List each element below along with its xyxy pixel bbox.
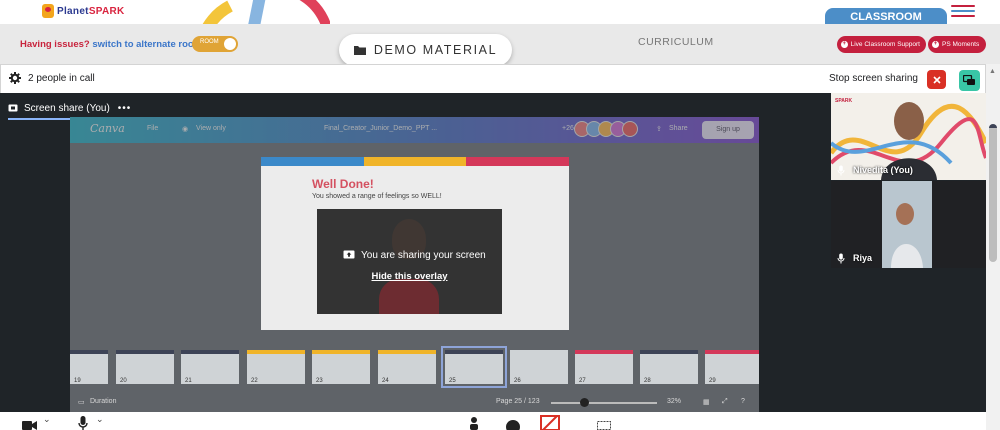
share-icon: ⇪ xyxy=(656,126,662,133)
stop-screen-sharing-label: Stop screen sharing xyxy=(829,73,918,84)
hamburger-menu-icon[interactable] xyxy=(951,5,975,19)
slide-band-yellow xyxy=(364,157,466,166)
participant-tile-riya[interactable]: Riya xyxy=(831,181,986,268)
canva-zoom-level: 32% xyxy=(667,398,682,405)
scroll-up-arrow-icon[interactable]: ▲ xyxy=(989,68,996,75)
screen-share-tab[interactable]: Screen share (You) ••• xyxy=(8,98,132,120)
participant-name: Nivedita (You) xyxy=(853,165,913,175)
slide-thumbnail: 26 xyxy=(510,350,568,384)
slide-thumbnail: 27 xyxy=(575,350,633,384)
duration-icon: ▭ xyxy=(78,399,85,406)
microphone-options-chevron-down-icon[interactable]: ⌄ xyxy=(96,414,104,425)
canva-doc-title: Final_Creator_Junior_Demo_PPT ... xyxy=(324,125,438,132)
having-issues-text: Having issues? switch to alternate room xyxy=(20,39,203,50)
canva-file-menu: File xyxy=(147,125,159,132)
planetspark-logo[interactable]: PlanetSPARK xyxy=(42,4,125,18)
planetspark-watermark-logo: SPARK xyxy=(835,98,853,104)
microphone-icon[interactable] xyxy=(78,416,88,430)
shared-screen-content: Canva File ◉ View only Final_Creator_Jun… xyxy=(70,117,759,412)
hide-overlay-link[interactable]: Hide this overlay xyxy=(317,271,502,282)
alternate-room-toggle[interactable]: ROOM xyxy=(192,36,238,52)
live-classroom-support-button[interactable]: + Live Classroom Support xyxy=(837,36,926,53)
call-bar: 2 people in call Stop screen sharing xyxy=(0,64,986,93)
slide-title: Well Done! xyxy=(312,177,374,191)
more-options-icon[interactable]: ••• xyxy=(118,103,132,114)
canva-page-indicator: Page 25 / 123 xyxy=(496,398,540,405)
scrollbar-thumb[interactable] xyxy=(989,124,997,262)
eye-icon: ◉ xyxy=(182,126,189,133)
canva-duration: Duration xyxy=(90,398,117,405)
gear-icon[interactable] xyxy=(9,72,21,84)
demo-material-button[interactable]: DEMO MATERIAL xyxy=(339,34,512,66)
planetspark-logo-icon xyxy=(42,4,54,18)
folder-icon xyxy=(353,46,366,55)
classroom-tab[interactable]: CLASSROOM xyxy=(825,8,947,24)
slide-thumbnail: 20 xyxy=(116,350,174,384)
canva-footer: ▭ Duration Page 25 / 123 32% ▦ ⤢ ? xyxy=(70,393,759,412)
slide-thumbnail: 29 xyxy=(705,350,759,384)
present-screen-icon xyxy=(8,104,18,111)
plus-icon: + xyxy=(932,41,939,48)
microphone-icon[interactable] xyxy=(837,165,845,176)
canva-share-label: Share xyxy=(669,125,688,132)
top-header: PlanetSPARK CLASSROOM xyxy=(0,0,1000,24)
page-scrollbar[interactable]: ▲ xyxy=(986,64,1000,430)
plus-icon: + xyxy=(841,41,848,48)
child-photo-shirt xyxy=(379,279,439,314)
emoji-reaction-icon[interactable] xyxy=(506,420,520,430)
screen-share-tab-label: Screen share (You) xyxy=(24,102,110,114)
canva-collaborator-count: +26 xyxy=(562,125,574,132)
whiteboard-icon[interactable] xyxy=(597,421,611,430)
slide-subtitle: You showed a range of feelings so WELL! xyxy=(312,193,442,200)
stop-screen-sharing-button[interactable] xyxy=(927,70,946,89)
chat-button[interactable] xyxy=(959,70,980,91)
people-in-call-count: 2 people in call xyxy=(28,73,95,84)
bottom-control-bar: ⌄ ⌄ xyxy=(0,412,986,430)
fullscreen-icon: ⤢ xyxy=(722,398,728,405)
slide-thumbnail: 23 xyxy=(312,350,370,384)
participant-tile-self[interactable]: SPARK Nivedita (You) xyxy=(831,93,986,180)
logo-text-planet: Planet xyxy=(57,5,89,17)
canva-brand: Canva xyxy=(90,122,125,135)
screen-share-icon xyxy=(343,250,355,259)
microphone-icon[interactable] xyxy=(837,253,845,264)
camera-options-chevron-down-icon[interactable]: ⌄ xyxy=(43,414,51,425)
slide-band-red xyxy=(466,157,569,166)
slide-thumbnail-selected: 25 xyxy=(441,346,507,388)
canva-view-only: View only xyxy=(196,125,226,132)
help-icon: ? xyxy=(741,398,745,405)
slide-thumbnail: 22 xyxy=(247,350,305,384)
logo-text-spark: SPARK xyxy=(88,5,125,17)
collaborator-avatars xyxy=(574,121,638,137)
room-toggle-label: ROOM xyxy=(200,39,219,45)
zoom-slider-knob xyxy=(580,398,589,407)
sharing-overlay: You are sharing your screen Hide this ov… xyxy=(317,209,502,314)
toggle-knob xyxy=(224,38,236,50)
raise-hand-icon[interactable] xyxy=(469,417,479,430)
zoom-slider-track xyxy=(551,402,657,404)
canva-sign-up-button: Sign up xyxy=(702,121,754,139)
participant-name: Riya xyxy=(853,253,873,263)
meeting-stage: Screen share (You) ••• Canva File ◉ View… xyxy=(0,93,986,412)
slide-band-blue xyxy=(261,157,364,166)
slide-thumbnail: 21 xyxy=(181,350,239,384)
decorative-arc-graphic xyxy=(202,0,330,24)
avatar xyxy=(622,121,638,137)
slide-thumbnail: 19 xyxy=(70,350,108,384)
curriculum-tab[interactable]: CURRICULUM xyxy=(638,36,714,48)
slide-thumbnail: 24 xyxy=(378,350,436,384)
classroom-info-bar: Having issues? switch to alternate room … xyxy=(0,24,1000,66)
close-icon xyxy=(932,75,941,84)
chat-icon xyxy=(963,74,975,85)
switch-room-link[interactable]: switch to alternate room xyxy=(92,39,202,50)
sharing-notice: You are sharing your screen xyxy=(343,250,486,261)
grid-view-icon: ▦ xyxy=(703,399,710,406)
stop-presenting-icon[interactable] xyxy=(540,415,560,430)
ps-moments-button[interactable]: + PS Moments xyxy=(928,36,986,53)
canva-toolbar: Canva File ◉ View only Final_Creator_Jun… xyxy=(70,117,759,143)
slide-thumbnail: 28 xyxy=(640,350,698,384)
demo-material-label: DEMO MATERIAL xyxy=(373,43,498,57)
camera-icon[interactable] xyxy=(22,418,38,430)
